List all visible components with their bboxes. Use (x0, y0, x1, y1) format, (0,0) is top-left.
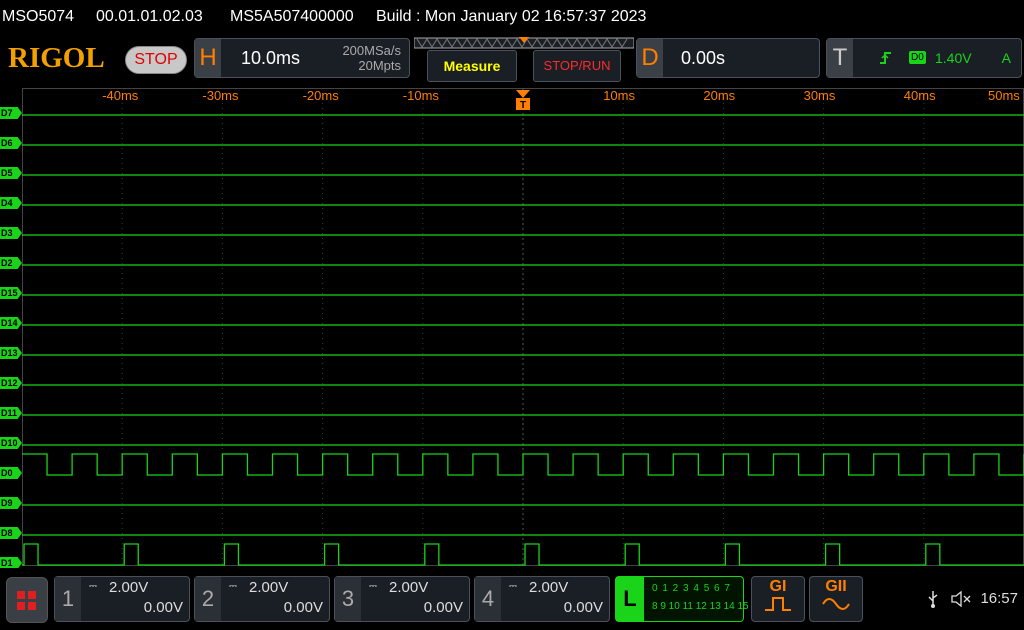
logic-analyzer-settings[interactable]: L 0 1 2 3 4 5 6 7 8 9 10 11 12 13 14 15 (615, 576, 749, 622)
memory-depth: 20Mpts (358, 58, 401, 73)
channel-scale: 2.00V (249, 579, 289, 596)
trigger-settings[interactable]: T D0 1.40V A (826, 38, 1022, 78)
trigger-level: 1.40V (935, 50, 972, 66)
time-axis-label: -30ms (202, 88, 239, 103)
time-axis-label: 30ms (803, 88, 836, 103)
time-axis-label: 40ms (903, 88, 936, 103)
channel-label-d5[interactable]: D5 (0, 167, 22, 179)
stop-run-button[interactable]: STOP/RUN (533, 50, 621, 82)
channel-label-d0[interactable]: D0 (0, 467, 22, 479)
speaker-muted-icon[interactable] (950, 590, 972, 608)
measure-button[interactable]: Measure (427, 50, 517, 82)
usb-icon (928, 591, 938, 608)
dc-coupling-icon: ⎓ (229, 581, 237, 592)
dc-coupling-icon: ⎓ (89, 581, 97, 592)
la-label: L (616, 577, 644, 621)
channel-scale: 2.00V (109, 579, 149, 596)
square-wave-icon (765, 597, 791, 611)
waveform-display[interactable]: T (22, 88, 1024, 566)
svg-text:T: T (520, 100, 526, 111)
sine-wave-icon (822, 598, 850, 610)
channel-label-d2[interactable]: D2 (0, 257, 22, 269)
channel-number: 4 (475, 577, 501, 621)
horizontal-scale: 10.0ms (241, 48, 301, 68)
trigger-edge-icon (880, 52, 891, 64)
horizontal-label: H (195, 39, 221, 77)
delay-label: D (637, 39, 663, 77)
info-bar: MSO5074 00.01.01.02.03 MS5A507400000 Bui… (0, 0, 1024, 34)
channel-offset: 0.00V (283, 599, 323, 616)
timebase-position-indicator[interactable] (414, 37, 634, 49)
acquisition-info: 200MSa/s 20Mpts (342, 43, 401, 73)
trigger-mode: A (1001, 50, 1011, 66)
model-name: MSO5074 (2, 8, 75, 25)
grid-menu-icon (17, 591, 36, 610)
time-axis-label: 50ms (988, 88, 1020, 103)
serial-number: MS5A507400000 (230, 8, 354, 25)
channel-scale: 2.00V (389, 579, 429, 596)
channel-label-d13[interactable]: D13 (0, 347, 22, 359)
bottom-bar: 1 ⎓ 2.00V 0.00V 2 ⎓ 2.00V 0.00V 3 ⎓ 2.00… (0, 568, 1024, 630)
channel-3-settings[interactable]: 3 ⎓ 2.00V 0.00V (334, 576, 470, 622)
graticule (22, 88, 1024, 566)
channel-label-d15[interactable]: D15 (0, 287, 22, 299)
channel-scale: 2.00V (529, 579, 569, 596)
channel-label-d14[interactable]: D14 (0, 317, 22, 329)
menu-button[interactable] (6, 577, 48, 623)
channel-label-d6[interactable]: D6 (0, 137, 22, 149)
channel-label-d12[interactable]: D12 (0, 377, 22, 389)
channel-label-d3[interactable]: D3 (0, 227, 22, 239)
channel-2-settings[interactable]: 2 ⎓ 2.00V 0.00V (194, 576, 330, 622)
dc-coupling-icon: ⎓ (509, 581, 517, 592)
channel-4-settings[interactable]: 4 ⎓ 2.00V 0.00V (474, 576, 610, 622)
channel-number: 3 (335, 577, 361, 621)
channel-1-settings[interactable]: 1 ⎓ 2.00V 0.00V (54, 576, 190, 622)
channel-label-d4[interactable]: D4 (0, 197, 22, 209)
channel-label-d8[interactable]: D8 (0, 527, 22, 539)
channel-offset: 0.00V (563, 599, 603, 616)
clock-time: 16:57 (980, 590, 1018, 607)
la-channels-high: 8 9 10 11 12 13 14 15 (652, 601, 749, 612)
sample-rate: 200MSa/s (342, 43, 401, 58)
time-axis-label: 10ms (603, 88, 635, 103)
channel-number: 1 (55, 577, 81, 621)
delay-settings[interactable]: D 0.00s (636, 38, 820, 78)
la-channels-low: 0 1 2 3 4 5 6 7 (652, 583, 731, 594)
build-info: Build : Mon January 02 16:57:37 2023 (376, 8, 647, 25)
time-axis-label: -10ms (402, 88, 439, 103)
channel-label-d10[interactable]: D10 (0, 437, 22, 449)
generator-2-button[interactable]: GII (809, 576, 863, 622)
generator-1-button[interactable]: GI (751, 576, 805, 622)
generator-label: GII (825, 578, 847, 595)
channel-number: 2 (195, 577, 221, 621)
channel-label-d11[interactable]: D11 (0, 407, 22, 419)
time-axis-label: 20ms (703, 88, 736, 103)
channel-label-d7[interactable]: D7 (0, 107, 22, 119)
channel-offset: 0.00V (143, 599, 183, 616)
generator-label: GI (769, 578, 787, 595)
digital-trace-d0 (22, 453, 1024, 476)
time-axis-label: -20ms (302, 88, 339, 103)
trigger-position-marker[interactable]: T (516, 90, 530, 111)
trigger-source: D0 (909, 51, 926, 64)
time-axis-label: -40ms (102, 88, 139, 103)
channel-label-d9[interactable]: D9 (0, 497, 22, 509)
trigger-label: T (827, 39, 853, 77)
channel-offset: 0.00V (423, 599, 463, 616)
rigol-logo: RIGOL (8, 42, 105, 74)
horizontal-settings[interactable]: H 10.0ms 200MSa/s 20Mpts (194, 38, 410, 78)
firmware-version: 00.01.01.02.03 (96, 8, 203, 25)
delay-value: 0.00s (681, 48, 726, 68)
dc-coupling-icon: ⎓ (369, 581, 377, 592)
run-state-badge[interactable]: STOP (125, 46, 187, 74)
